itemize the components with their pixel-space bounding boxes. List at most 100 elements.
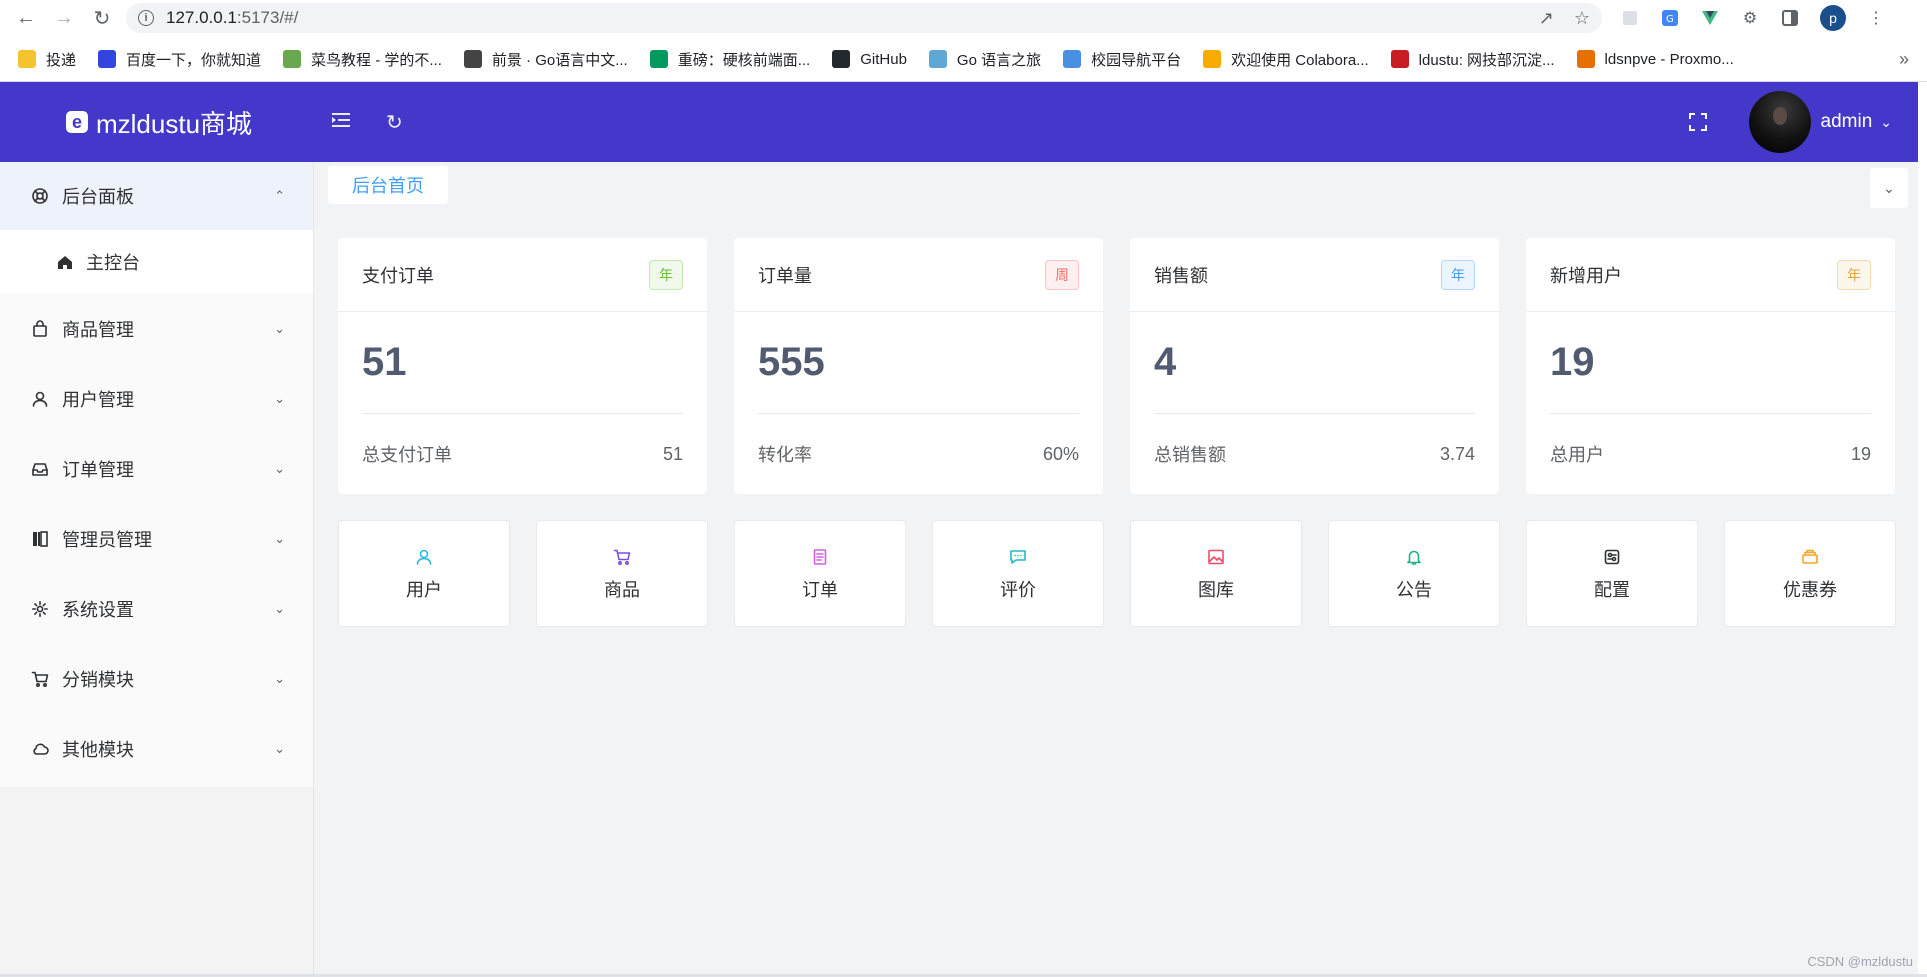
svg-text:G: G [1666,14,1674,25]
shortcut-label: 评价 [1000,579,1036,600]
browser-menu-icon[interactable]: ⋮ [1866,8,1886,28]
avatar[interactable] [1748,91,1811,153]
shortcut-tile[interactable]: 配置 [1526,520,1698,627]
shortcut-label: 图库 [1198,579,1234,600]
stat-value: 4 [1154,312,1475,414]
bookmark-star-icon[interactable]: ☆ [1574,8,1590,29]
shortcut-tile[interactable]: 优惠券 [1724,520,1896,627]
shortcut-tile[interactable]: 用户 [338,520,510,627]
shortcut-tile[interactable]: 公告 [1328,520,1500,627]
bookmark-item[interactable]: 校园导航平台 [1063,49,1181,70]
vue-devtools-icon[interactable] [1700,8,1720,28]
stat-foot-label: 总销售额 [1154,445,1226,465]
stat-title: 销售额 [1154,265,1208,286]
inbox-icon [30,459,50,479]
stat-card: 订单量 周 555 转化率 60% [734,238,1103,494]
extension-gray-icon[interactable] [1620,8,1640,28]
sidebar-empty-area [0,787,313,977]
brand[interactable]: e mzldustu商城 [66,104,326,141]
stat-foot-value: 19 [1850,443,1871,464]
stat-foot-label: 转化率 [758,445,812,465]
bookmark-item[interactable]: 菜鸟教程 - 学的不... [283,49,442,70]
bookmarks-bar: 投递 百度一下，你就知道 菜鸟教程 - 学的不... 前景 · Go语言中文... 重磅… [0,36,1927,82]
colab-icon [1203,50,1222,68]
shortcut-label: 订单 [802,579,838,600]
sidebar-item[interactable]: 商品管理 ⌄ [0,294,313,364]
bookmark-item[interactable]: 前景 · Go语言中文... [463,49,628,70]
chevron-down-icon: ⌄ [274,321,285,336]
bookmark-item[interactable]: GitHub [832,50,907,68]
forward-arrow-icon[interactable]: → [50,4,78,32]
stat-foot-value: 60% [1042,443,1079,464]
bookmark-item[interactable]: 百度一下，你就知道 [98,49,261,70]
book-icon [463,50,482,68]
baidu-icon [98,50,117,68]
tab-bar: 后台首页 ⌄ [328,166,1918,208]
brand-logo-icon: e [66,111,88,133]
sidebar-item[interactable]: 管理员管理 ⌄ [0,504,313,574]
side-panel-icon[interactable] [1780,8,1800,28]
username[interactable]: admin [1821,111,1873,133]
shortcut-label: 商品 [604,579,640,600]
tab-dashboard-home[interactable]: 后台首页 [328,166,448,204]
cart-icon [611,546,633,568]
shortcut-tile[interactable]: 图库 [1130,520,1302,627]
gopher-icon [928,50,947,68]
period-tag: 周 [1045,259,1079,290]
chevron-down-icon: ⌄ [274,741,285,756]
reload-icon[interactable]: ↻ [88,4,116,32]
profile-avatar[interactable]: p [1820,5,1846,31]
chevron-down-icon: ⌄ [274,531,285,546]
sidebar-item[interactable]: 订单管理 ⌄ [0,434,313,504]
url-path: :5173/#/ [236,8,299,27]
notebook-icon [30,529,50,549]
user-icon [413,546,435,568]
coupon-icon [1799,546,1821,568]
more-bookmarks-icon[interactable]: » [1899,49,1909,70]
sidebar-item[interactable]: 其他模块 ⌄ [0,714,313,784]
bookmark-item[interactable]: ldsnpve - Proxmo... [1576,50,1734,68]
chevron-up-icon: ⌃ [274,188,285,203]
sidebar-item[interactable]: 系统设置 ⌄ [0,574,313,644]
url-host: 127.0.0.1 [166,8,237,27]
translate-icon[interactable]: G [1660,8,1680,28]
sf-icon [649,50,668,68]
bookmark-label: Go 语言之旅 [956,51,1042,69]
gitee-icon [1390,50,1409,68]
sidebar-item[interactable]: 分销模块 ⌄ [0,644,313,714]
refresh-icon[interactable]: ↻ [386,110,403,135]
bookmark-item[interactable]: 欢迎使用 Colabora... [1203,49,1369,70]
sidebar-subitem[interactable]: 主控台 [0,230,313,294]
bookmark-label: 重磅：硬核前端面... [677,51,811,69]
site-info-icon[interactable]: i [138,10,154,26]
bookmark-item[interactable]: ldustu: 网技部沉淀... [1390,49,1555,70]
stat-title: 订单量 [758,265,812,286]
stat-title: 支付订单 [362,265,434,286]
bookmark-label: 欢迎使用 Colabora... [1231,51,1369,69]
bookmark-label: ldsnpve - Proxmo... [1604,50,1734,68]
document-icon [809,546,831,568]
chevron-down-icon: ⌄ [274,671,285,686]
bookmark-item[interactable]: 重磅：硬核前端面... [649,49,811,70]
sidebar-item[interactable]: 用户管理 ⌄ [0,364,313,434]
shortcut-tile[interactable]: 订单 [734,520,906,627]
extensions-puzzle-icon[interactable]: ⚙ [1740,8,1760,28]
fullscreen-icon[interactable] [1688,113,1707,131]
chevron-down-icon[interactable]: ⌄ [1880,114,1892,131]
address-bar[interactable]: i 127.0.0.1:5173/#/ ↗ ☆ [126,3,1602,33]
chevron-down-icon: ⌄ [274,601,285,616]
sidebar-item-label: 用户管理 [62,390,134,410]
bell-icon [1403,546,1425,568]
sidebar-item-label: 订单管理 [62,460,134,480]
tab-dropdown-chevron-icon[interactable]: ⌄ [1870,168,1908,208]
picture-icon [1205,546,1227,568]
sidebar-item[interactable]: 后台面板 ⌃ [0,162,313,230]
fold-menu-icon[interactable] [332,111,350,134]
sidebar-item-label: 商品管理 [62,320,134,340]
bookmark-item[interactable]: Go 语言之旅 [928,49,1042,70]
share-icon[interactable]: ↗ [1539,8,1554,29]
back-arrow-icon[interactable]: ← [12,4,40,32]
shortcut-tile[interactable]: 商品 [536,520,708,627]
shortcut-tile[interactable]: 评价 [932,520,1104,627]
bookmark-item[interactable]: 投递 [18,49,76,70]
